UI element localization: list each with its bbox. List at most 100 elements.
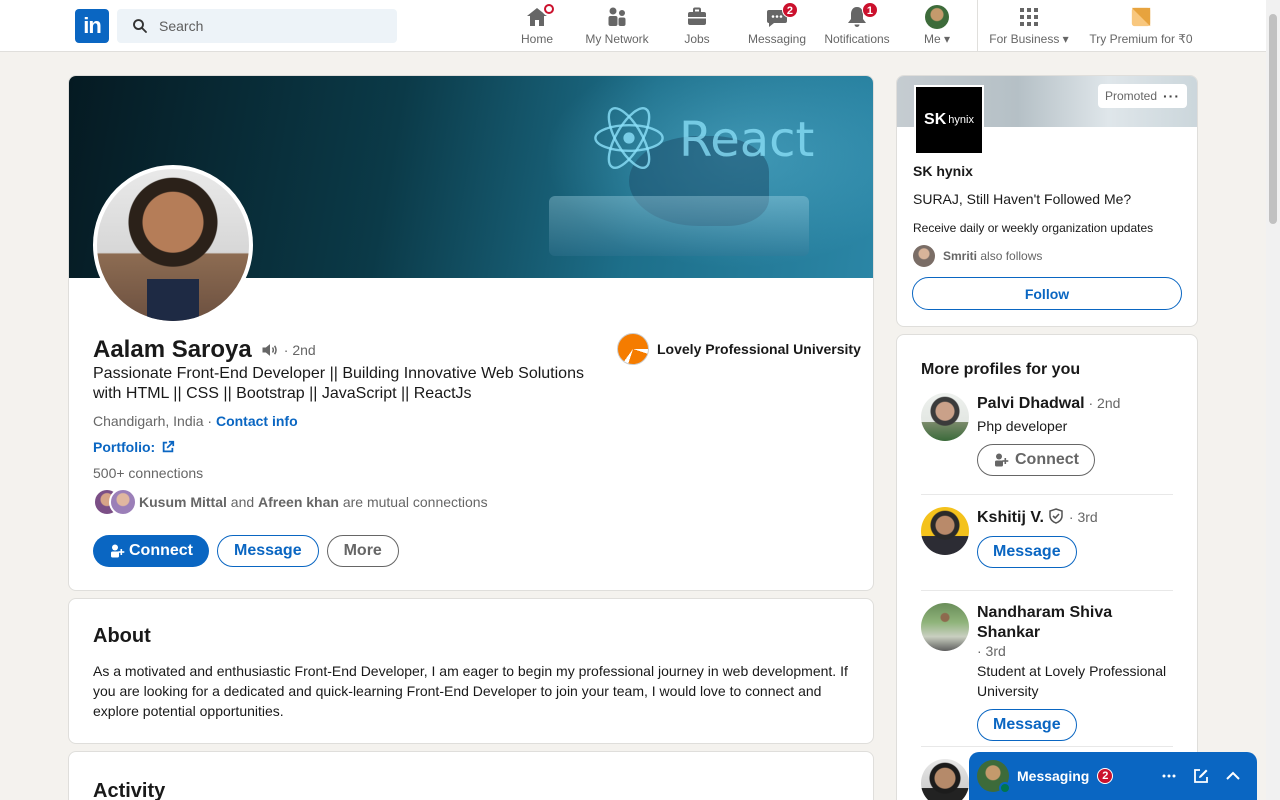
promoted-ad-card: Promoted ··· SK hynix SK hynix SURAJ, Sti… bbox=[896, 75, 1198, 327]
ad-follower-info: Smriti also follows bbox=[913, 245, 1042, 267]
about-text: As a motivated and enthusiastic Front-En… bbox=[93, 663, 848, 719]
follow-button[interactable]: Follow bbox=[912, 277, 1182, 310]
nav-jobs[interactable]: Jobs bbox=[680, 4, 714, 48]
online-status-dot bbox=[999, 782, 1011, 794]
mutual-faces bbox=[93, 488, 139, 516]
nav-me-label: Me ▾ bbox=[923, 32, 951, 46]
profile-actions: Connect Message More bbox=[93, 535, 399, 567]
message-button[interactable]: Message bbox=[217, 535, 319, 567]
connections-count[interactable]: 500+ connections bbox=[93, 465, 203, 481]
list-item: Palvi Dhadwal · 2nd Php developer Connec… bbox=[921, 393, 1173, 476]
connect-button-label: Connect bbox=[1015, 451, 1079, 468]
search-box[interactable] bbox=[117, 9, 397, 43]
profile-avatar[interactable] bbox=[921, 759, 969, 800]
messaging-avatar bbox=[977, 760, 1011, 794]
mutual-text: Kusum Mittal and Afreen khan are mutual … bbox=[139, 494, 488, 510]
message-button[interactable]: Message bbox=[977, 709, 1077, 741]
contact-info-link[interactable]: Contact info bbox=[216, 413, 298, 429]
divider bbox=[921, 494, 1173, 495]
more-profiles-card: More profiles for you Palvi Dhadwal · 2n… bbox=[896, 334, 1198, 800]
profile-name: Aalam Saroya bbox=[93, 336, 252, 363]
premium-icon bbox=[1131, 7, 1151, 27]
profile-avatar[interactable] bbox=[921, 507, 969, 555]
message-button[interactable]: Message bbox=[977, 536, 1077, 568]
chevron-down-icon: ▾ bbox=[1062, 32, 1069, 46]
add-person-icon bbox=[995, 453, 1009, 467]
about-title: About bbox=[93, 625, 151, 647]
person-degree: · 3rd bbox=[977, 643, 1006, 659]
ad-description: Receive daily or weekly organization upd… bbox=[913, 221, 1154, 235]
follower-avatar bbox=[913, 245, 935, 267]
profile-location: Chandigarh, India · Contact info bbox=[93, 413, 298, 429]
company-logo[interactable]: SK hynix bbox=[914, 85, 984, 155]
more-button[interactable]: More bbox=[326, 535, 399, 567]
promoted-label: Promoted bbox=[1104, 89, 1157, 103]
linkedin-logo-icon[interactable]: in bbox=[75, 9, 109, 43]
me-avatar bbox=[925, 5, 949, 29]
messaging-dock[interactable]: Messaging 2 bbox=[969, 752, 1257, 800]
messaging-badge: 2 bbox=[781, 2, 798, 18]
location-text: Chandigarh, India · bbox=[93, 413, 216, 429]
school-name: Lovely Professional University bbox=[657, 341, 861, 357]
person-name[interactable]: Palvi Dhadwal · 2nd bbox=[977, 393, 1173, 414]
speaker-icon[interactable] bbox=[260, 340, 280, 360]
portfolio-link[interactable]: Portfolio: bbox=[93, 439, 175, 455]
nav-home[interactable]: Home bbox=[517, 2, 557, 48]
follower-text: Smriti also follows bbox=[943, 249, 1043, 263]
compose-icon[interactable] bbox=[1191, 766, 1211, 786]
logo-sub-text: hynix bbox=[948, 114, 974, 126]
profile-avatar[interactable] bbox=[921, 393, 969, 441]
search-input[interactable] bbox=[159, 18, 379, 34]
ad-company-name[interactable]: SK hynix bbox=[913, 163, 973, 179]
profile-headline: Passionate Front-End Developer || Buildi… bbox=[93, 365, 584, 402]
nav-home-label: Home bbox=[520, 32, 553, 46]
connection-degree: · 2nd bbox=[283, 342, 316, 358]
promoted-badge: Promoted ··· bbox=[1097, 84, 1187, 108]
banner-laptop bbox=[549, 196, 809, 256]
person-name[interactable]: Kshitij V. · 3rd bbox=[977, 507, 1173, 528]
nav-for-business-label: For Business ▾ bbox=[989, 32, 1069, 46]
briefcase-icon bbox=[688, 7, 706, 25]
mutual-avatar bbox=[109, 488, 137, 516]
external-link-icon bbox=[162, 440, 175, 453]
nav-try-premium[interactable]: Try Premium for ₹0 bbox=[1088, 4, 1194, 48]
profile-photo[interactable] bbox=[93, 165, 253, 325]
nav-notifications[interactable]: 1 Notifications bbox=[822, 2, 892, 48]
messaging-dock-badge: 2 bbox=[1097, 768, 1114, 784]
connect-button[interactable]: Connect bbox=[93, 535, 209, 567]
page-scrollbar[interactable] bbox=[1266, 0, 1280, 800]
education-link[interactable]: Lovely Professional University bbox=[617, 333, 861, 365]
chevron-down-icon: ▾ bbox=[943, 32, 951, 46]
connect-button-label: Connect bbox=[129, 542, 193, 559]
top-navigation-bar: in Home My Network Jobs 2 Messaging 1 bbox=[0, 0, 1266, 52]
verified-shield-icon bbox=[1049, 508, 1064, 524]
nav-messaging[interactable]: 2 Messaging bbox=[747, 2, 807, 48]
more-profiles-title: More profiles for you bbox=[921, 361, 1081, 378]
nav-my-network-label: My Network bbox=[585, 32, 649, 46]
chevron-up-icon[interactable] bbox=[1223, 766, 1243, 786]
ad-headline: SURAJ, Still Haven't Followed Me? bbox=[913, 191, 1132, 207]
connect-button[interactable]: Connect bbox=[977, 444, 1095, 476]
person-name[interactable]: Nandharam Shiva Shankar bbox=[977, 603, 1173, 643]
add-person-icon bbox=[111, 544, 125, 558]
more-options-icon[interactable] bbox=[1159, 766, 1179, 786]
nav-divider bbox=[977, 0, 978, 52]
mutual-connections[interactable]: Kusum Mittal and Afreen khan are mutual … bbox=[93, 488, 488, 516]
nav-for-business[interactable]: For Business ▾ bbox=[988, 4, 1070, 48]
list-item: Kshitij V. · 3rd Message bbox=[921, 507, 1173, 577]
more-options-icon[interactable]: ··· bbox=[1163, 89, 1180, 103]
react-logo-icon bbox=[594, 107, 664, 169]
divider bbox=[921, 590, 1173, 591]
activity-title: Activity bbox=[93, 780, 166, 800]
nav-my-network[interactable]: My Network bbox=[582, 4, 652, 48]
scrollbar-thumb[interactable] bbox=[1269, 14, 1277, 224]
profile-avatar[interactable] bbox=[921, 603, 969, 651]
university-logo-icon bbox=[617, 333, 649, 365]
name-row: Aalam Saroya · 2nd bbox=[93, 336, 316, 364]
nav-me[interactable]: Me ▾ bbox=[918, 4, 956, 48]
profile-card: React Aalam Saroya · 2nd Passionate Fron… bbox=[68, 75, 874, 591]
home-notification-dot bbox=[542, 2, 556, 16]
nav-try-premium-label: Try Premium for ₹0 bbox=[1089, 32, 1193, 46]
nav-notifications-label: Notifications bbox=[824, 32, 890, 46]
people-icon bbox=[608, 7, 626, 26]
